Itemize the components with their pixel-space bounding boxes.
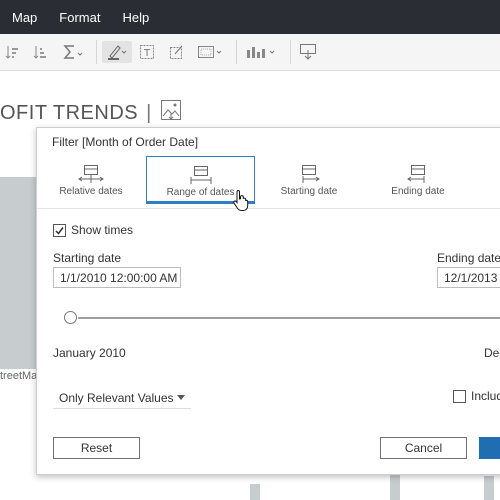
ok-button[interactable] — [479, 437, 500, 459]
row-header-label: treetMa — [0, 370, 38, 382]
reset-button[interactable]: Reset — [53, 437, 140, 459]
range-end-label: Dec — [484, 346, 500, 360]
tab-label: Starting date — [280, 186, 338, 197]
values-dropdown[interactable]: Only Relevant Values — [53, 387, 191, 409]
checkmark-icon — [55, 227, 64, 235]
ending-date-input[interactable]: 12/1/2013 — [437, 267, 500, 288]
range-of-dates-icon — [187, 165, 215, 185]
highlight-pen-icon[interactable] — [102, 41, 132, 63]
date-range-slider-handle[interactable] — [64, 311, 77, 324]
title-separator: | — [146, 101, 152, 124]
tab-label: Relative dates — [59, 186, 123, 197]
include-label: Includ — [471, 389, 500, 403]
date-range-slider-track[interactable] — [78, 317, 500, 319]
starting-date-label: Starting date — [53, 251, 122, 265]
filter-dialog: Filter [Month of Order Date] Relative da… — [36, 127, 500, 475]
menu-map[interactable]: Map — [12, 10, 37, 25]
include-checkbox[interactable] — [453, 390, 466, 403]
show-times-checkbox[interactable] — [53, 224, 66, 237]
sort-ascending-icon[interactable] — [4, 41, 20, 63]
chevron-down-icon — [177, 395, 185, 400]
show-times-label: Show times — [71, 223, 134, 237]
tab-starting-date[interactable]: Starting date — [274, 156, 344, 204]
sort-descending-icon[interactable] — [32, 41, 50, 63]
svg-text:T: T — [143, 48, 151, 59]
menu-bar: Map Format Help — [0, 0, 500, 34]
hand-cursor-icon — [232, 189, 250, 216]
cancel-button[interactable]: Cancel — [380, 437, 467, 459]
fit-view-icon[interactable] — [196, 41, 226, 63]
tab-relative-dates[interactable]: Relative dates — [55, 156, 127, 204]
sum-icon[interactable] — [62, 41, 84, 63]
image-placeholder-icon[interactable] — [160, 99, 182, 127]
relative-dates-icon — [77, 164, 105, 184]
values-dropdown-value: Only Relevant Values — [59, 390, 174, 405]
dialog-title: Filter [Month of Order Date] — [52, 135, 199, 149]
show-me-icon[interactable] — [244, 41, 280, 63]
toolbar-divider — [236, 40, 237, 64]
toolbar-divider — [96, 40, 97, 64]
background-bar — [0, 177, 36, 369]
ending-date-icon — [404, 164, 432, 184]
present-icon[interactable] — [298, 41, 318, 63]
menu-format[interactable]: Format — [59, 10, 100, 25]
background-bar — [484, 476, 494, 500]
menu-help[interactable]: Help — [122, 10, 149, 25]
background-bar — [250, 484, 260, 500]
worksheet-title-text: OFIT TRENDS — [0, 101, 139, 124]
tab-label: Range of dates — [166, 187, 235, 198]
range-start-label: January 2010 — [53, 346, 126, 360]
annotate-icon[interactable] — [168, 41, 186, 63]
date-filter-tabs: Relative dates Range of dates Starting d… — [37, 156, 500, 206]
starting-date-icon — [295, 164, 323, 184]
tab-label: Ending date — [391, 186, 445, 197]
toolbar-divider — [290, 40, 291, 64]
tab-divider — [37, 208, 500, 209]
ending-date-label: Ending date — [437, 251, 500, 265]
starting-date-input[interactable]: 1/1/2010 12:00:00 AM — [53, 267, 181, 288]
toolbar: T — [0, 34, 500, 71]
tab-ending-date[interactable]: Ending date — [386, 156, 450, 204]
worksheet-title: OFIT TRENDS | — [0, 99, 182, 127]
text-box-icon[interactable]: T — [138, 41, 156, 63]
